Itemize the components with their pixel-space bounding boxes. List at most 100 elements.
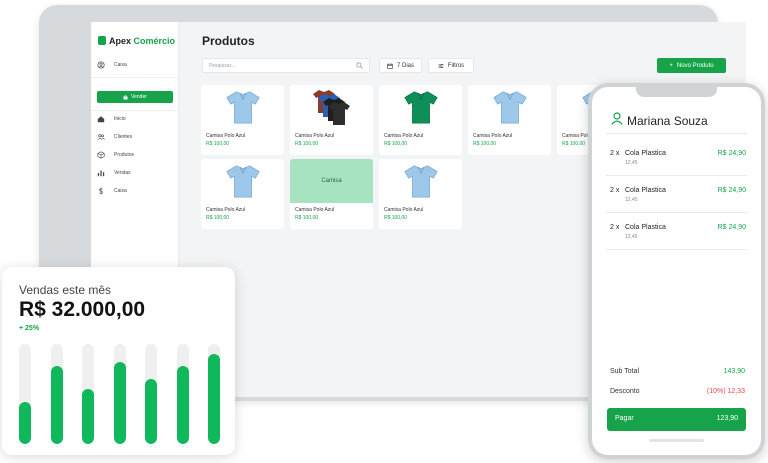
product-card[interactable]: Camisa Polo Azul R$ 100,00 xyxy=(290,85,373,155)
product-image xyxy=(201,159,284,203)
search-placeholder: Pesquisar... xyxy=(209,62,236,69)
polo-shirt-icon xyxy=(403,165,438,198)
product-name: Camisa Polo Azul xyxy=(473,133,513,139)
product-price: R$ 100,00 xyxy=(384,141,408,147)
brand-accent: Comércio xyxy=(133,36,176,46)
brand-prefix: Apex xyxy=(109,36,134,46)
item-unit-price: 12,45 xyxy=(625,234,638,240)
sales-bar-track xyxy=(19,344,31,444)
sidebar-item-produtos[interactable]: Produtos xyxy=(97,151,134,159)
sidebar-item-inicio[interactable]: Inicio xyxy=(97,115,126,123)
bag-icon xyxy=(98,36,106,45)
product-image-highlight: Camisa xyxy=(290,159,373,203)
days-filter-button[interactable]: 7 Dias xyxy=(379,58,422,73)
new-product-label: Novo Produto xyxy=(676,62,714,69)
product-name: Camisa Polo Azul xyxy=(384,207,424,213)
item-unit-price: 12,45 xyxy=(625,197,638,203)
sales-title: Vendas este mês xyxy=(19,283,112,297)
sales-bar xyxy=(50,366,63,444)
product-price: R$ 100,00 xyxy=(206,141,230,147)
discount-row: Desconto (10%) 12,33 xyxy=(610,388,745,395)
item-price: R$ 24,90 xyxy=(717,187,746,194)
product-image xyxy=(468,85,551,129)
subtotal-value: 143,90 xyxy=(723,368,745,375)
sidebar-item-caixa-user[interactable]: Caixa xyxy=(97,61,127,69)
product-price: R$ 100,00 xyxy=(562,141,586,147)
search-input[interactable]: Pesquisar... xyxy=(202,58,370,73)
phone-notch xyxy=(636,87,717,97)
sales-bar-track xyxy=(176,344,189,444)
sales-summary-card: Vendas este mês R$ 32.000,00 + 25% xyxy=(2,267,235,455)
item-name: Cola Plastica xyxy=(625,187,666,194)
new-product-button[interactable]: + Novo Produto xyxy=(657,58,726,73)
sales-bar xyxy=(176,366,189,444)
product-card-selected[interactable]: Camisa Camisa Polo Azul R$ 100,00 xyxy=(290,159,373,229)
vender-label: Vender xyxy=(131,94,147,100)
sidebar-item-clientes[interactable]: Clientes xyxy=(97,133,132,141)
home-indicator xyxy=(649,439,704,442)
polo-shirt-icon xyxy=(225,165,260,198)
product-card[interactable]: Camisa Polo Azul R$ 100,00 xyxy=(468,85,551,155)
box-icon xyxy=(97,151,105,159)
product-card[interactable]: Camisa Polo Azul R$ 100,00 xyxy=(201,85,284,155)
sidebar-divider xyxy=(91,77,179,78)
sidebar-item-vendas[interactable]: Vendas xyxy=(97,169,131,177)
pay-total: 123,90 xyxy=(716,415,738,422)
bar-chart-icon xyxy=(97,170,105,177)
vender-button[interactable]: Vender xyxy=(97,91,173,103)
polo-shirt-stack-icon xyxy=(312,90,350,125)
user-icon xyxy=(611,112,623,125)
search-icon xyxy=(356,62,363,69)
filters-button[interactable]: Filtros xyxy=(428,58,474,73)
discount-label: Desconto xyxy=(610,388,640,395)
product-image xyxy=(379,159,462,203)
sidebar-item-label: Inicio xyxy=(114,116,126,122)
calendar-icon xyxy=(387,62,393,69)
item-qty: 2 x xyxy=(610,224,620,231)
sales-bar xyxy=(208,354,220,444)
product-price: R$ 100,00 xyxy=(473,141,497,147)
product-price: R$ 100,00 xyxy=(384,215,408,221)
product-price: R$ 100,00 xyxy=(206,215,230,221)
polo-shirt-icon xyxy=(403,91,438,124)
phone-screen: Mariana Souza 2 x Cola Plastica R$ 24,90… xyxy=(592,87,761,455)
item-qty: 2 x xyxy=(610,150,620,157)
item-name: Cola Plastica xyxy=(625,224,666,231)
item-qty: 2 x xyxy=(610,187,620,194)
sales-bar xyxy=(145,379,157,444)
sales-bar xyxy=(82,389,94,444)
pay-label: Pagar xyxy=(615,415,634,422)
product-card[interactable]: Camisa Polo Azul R$ 100,00 xyxy=(379,85,462,155)
phone-frame: Mariana Souza 2 x Cola Plastica R$ 24,90… xyxy=(588,83,765,459)
product-card[interactable]: Camisa Polo Azul R$ 100,00 xyxy=(379,159,462,229)
sliders-icon xyxy=(438,63,444,68)
product-card[interactable]: Camisa Polo Azul R$ 100,00 xyxy=(201,159,284,229)
filters-label: Filtros xyxy=(447,62,465,69)
brand-logo: Apex Comércio xyxy=(98,36,175,46)
item-name: Cola Plastica xyxy=(625,150,666,157)
sales-change: + 25% xyxy=(19,325,40,332)
sidebar-item-label: Caixa xyxy=(114,62,127,68)
sidebar-item-caixa[interactable]: Caixa xyxy=(97,187,127,195)
product-image xyxy=(201,85,284,129)
page-title: Produtos xyxy=(202,34,255,48)
product-name: Camisa Polo Azul xyxy=(295,207,335,213)
sidebar-item-label: Caixa xyxy=(114,188,127,194)
sales-bar-track xyxy=(50,344,63,444)
sales-bar-track xyxy=(113,344,126,444)
sales-amount: R$ 32.000,00 xyxy=(19,298,146,321)
sales-bar-track xyxy=(145,344,157,444)
product-image xyxy=(290,85,373,129)
sales-bar-track xyxy=(208,344,220,444)
product-name: Camisa Polo Azul xyxy=(206,133,246,139)
product-name: Camisa Polo Azul xyxy=(384,133,424,139)
discount-value: (10%) 12,33 xyxy=(706,388,745,395)
polo-shirt-icon xyxy=(225,91,260,124)
sales-bar xyxy=(113,362,126,444)
product-price: R$ 100,00 xyxy=(295,141,319,147)
home-icon xyxy=(97,116,105,123)
sidebar-item-label: Clientes xyxy=(114,134,133,140)
plus-icon: + xyxy=(669,62,673,69)
pay-button[interactable]: Pagar 123,90 xyxy=(607,408,746,431)
sidebar-divider xyxy=(91,110,179,111)
